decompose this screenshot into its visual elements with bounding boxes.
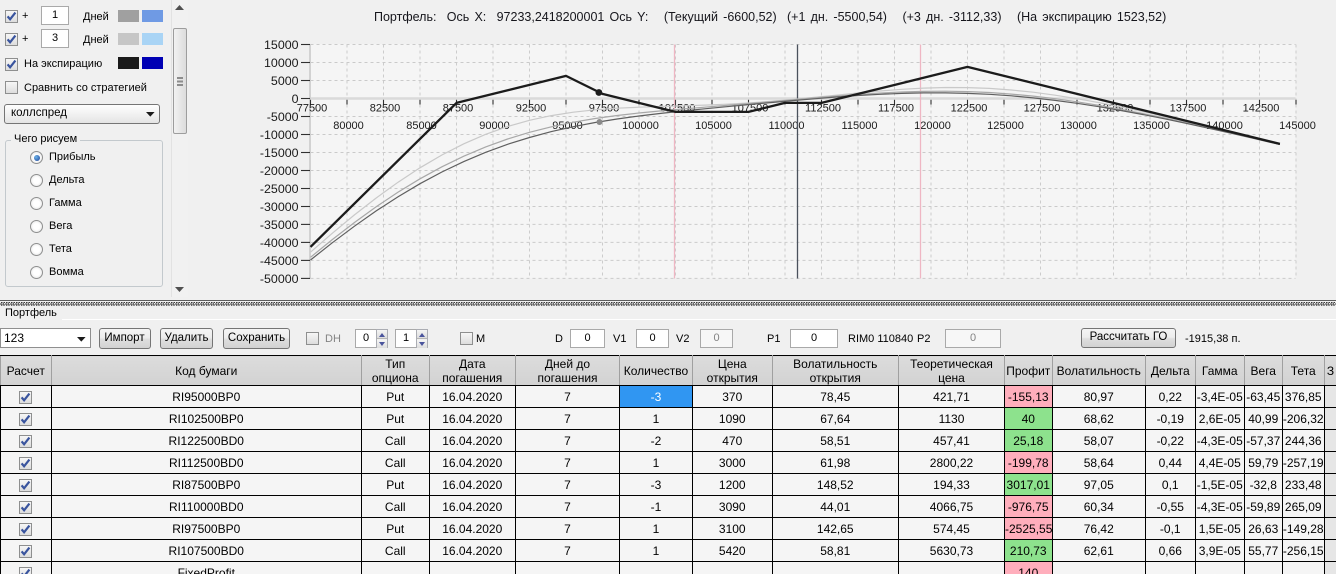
svg-text:-35000: -35000 <box>260 218 299 232</box>
svg-text:112500: 112500 <box>805 103 841 115</box>
svg-text:117500: 117500 <box>878 103 914 115</box>
svg-text:5000: 5000 <box>271 74 299 88</box>
svg-text:145000: 145000 <box>1279 120 1316 132</box>
svg-text:120000: 120000 <box>914 120 951 132</box>
svg-text:-5000: -5000 <box>267 110 299 124</box>
svg-text:100000: 100000 <box>622 120 659 132</box>
svg-text:127500: 127500 <box>1024 103 1061 115</box>
svg-text:115000: 115000 <box>842 120 878 132</box>
svg-text:137500: 137500 <box>1170 103 1207 115</box>
svg-text:-45000: -45000 <box>260 254 299 268</box>
svg-text:142500: 142500 <box>1243 103 1280 115</box>
svg-text:-15000: -15000 <box>260 146 299 160</box>
svg-text:110000: 110000 <box>769 120 805 132</box>
svg-text:10000: 10000 <box>264 56 299 70</box>
svg-text:90000: 90000 <box>479 120 510 132</box>
svg-text:15000: 15000 <box>264 38 299 52</box>
svg-text:105000: 105000 <box>695 120 732 132</box>
svg-text:130000: 130000 <box>1060 120 1097 132</box>
svg-text:-30000: -30000 <box>260 200 299 214</box>
svg-text:80000: 80000 <box>333 120 364 132</box>
svg-text:-20000: -20000 <box>260 164 299 178</box>
svg-text:135000: 135000 <box>1133 120 1170 132</box>
svg-text:-40000: -40000 <box>260 236 299 250</box>
svg-text:-50000: -50000 <box>260 272 299 286</box>
svg-text:-10000: -10000 <box>260 128 299 142</box>
svg-text:92500: 92500 <box>516 103 547 115</box>
svg-text:77500: 77500 <box>297 103 328 115</box>
svg-text:122500: 122500 <box>951 103 988 115</box>
svg-text:-25000: -25000 <box>260 182 299 196</box>
svg-text:125000: 125000 <box>987 120 1024 132</box>
svg-text:82500: 82500 <box>370 103 401 115</box>
